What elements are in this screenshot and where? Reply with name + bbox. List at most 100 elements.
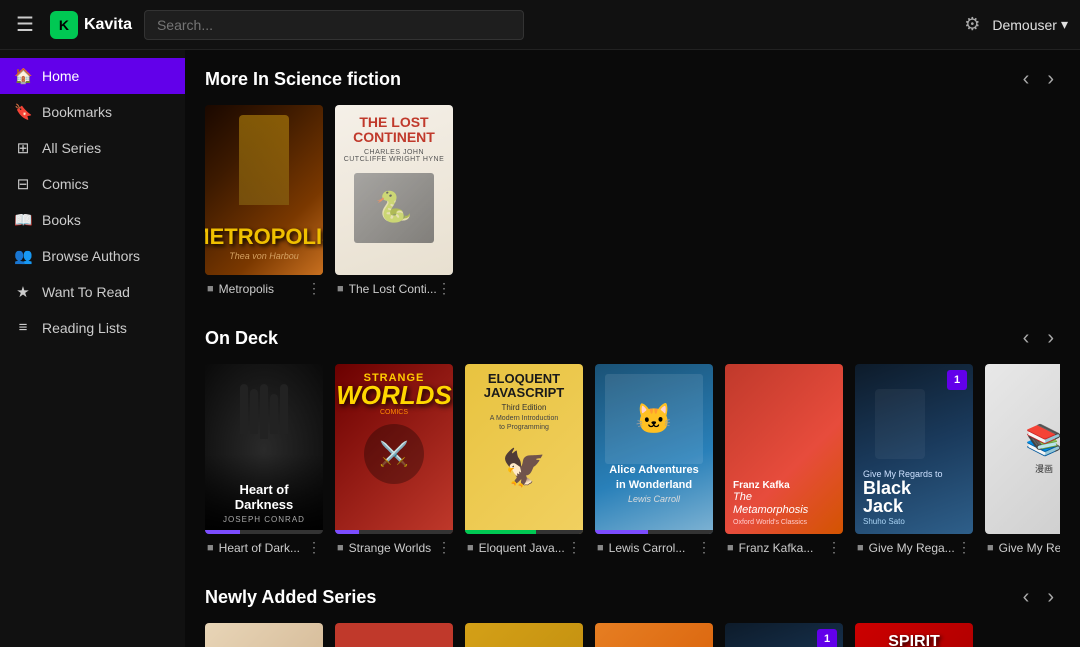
progress-fill [205, 530, 240, 534]
nav-right: ⚙ Demouser ▾ [960, 10, 1068, 39]
book-cover-eloquent-js[interactable]: ELOQUENTJAVASCRIPT Third Edition A Moder… [465, 364, 583, 534]
book-menu-sw[interactable]: ⋮ [437, 539, 451, 556]
progress-fill-ejs [465, 530, 536, 534]
book-name-sw: Strange Worlds [349, 541, 431, 555]
on-deck-nav-arrows: ‹ › [1017, 325, 1060, 352]
book-card-orange [595, 623, 713, 647]
book-menu-hod[interactable]: ⋮ [307, 539, 321, 556]
scroll-right-button[interactable]: › [1041, 66, 1060, 93]
app-title: Kavita [84, 16, 132, 34]
main-layout: 🏠 Home 🔖 Bookmarks ⊞ All Series ⊟ Comics… [0, 50, 1080, 647]
book-name-alice: Lewis Carrol... [609, 541, 686, 555]
progress-fill-alice [595, 530, 648, 534]
book-menu-metropolis[interactable]: ⋮ [307, 280, 321, 297]
book-cover-alice[interactable]: 🐱 Alice Adventuresin Wonderland Lewis Ca… [595, 364, 713, 534]
book-card-eloquent-js: ELOQUENTJAVASCRIPT Third Edition A Moder… [465, 364, 583, 556]
book-title-row-sw: ■ Strange Worlds [337, 541, 437, 555]
progress-bar-alice [595, 530, 713, 534]
section-more-in-science-fiction: More In Science fiction ‹ › METROPOLIS T… [205, 66, 1060, 297]
book-cover-lost-continent[interactable]: THE LOSTCONTINENT Charles John Cutcliffe… [335, 105, 453, 275]
series-icon-kafka: ■ [727, 542, 734, 554]
book-cover-bj-new[interactable]: 1 [725, 623, 843, 647]
book-footer-metropolis: ■ Metropolis ⋮ [205, 280, 323, 297]
section-header-newly-added: Newly Added Series ‹ › [205, 584, 1060, 611]
book-cover-blackjack-2[interactable]: 📚 漫画 [985, 364, 1060, 534]
book-cover-heart-of-darkness[interactable]: Heart ofDarkness Joseph Conrad [205, 364, 323, 534]
book-menu-lost-continent[interactable]: ⋮ [437, 280, 451, 297]
sidebar-label-want-to-read: Want To Read [42, 284, 130, 300]
series-icon-bj2: ■ [987, 542, 994, 554]
book-cover-metropolis[interactable]: METROPOLIS Thea von Harbou [205, 105, 323, 275]
book-card-lost-continent: THE LOSTCONTINENT Charles John Cutcliffe… [335, 105, 453, 297]
newly-added-scroll-right[interactable]: › [1041, 584, 1060, 611]
series-icon-alice: ■ [597, 542, 604, 554]
sidebar-label-home: Home [42, 68, 79, 84]
book-menu-ejs[interactable]: ⋮ [567, 539, 581, 556]
sidebar-label-all-series: All Series [42, 140, 101, 156]
book-menu-bj1[interactable]: ⋮ [957, 539, 971, 556]
on-deck-scroll-right[interactable]: › [1041, 325, 1060, 352]
bookmark-icon: 🔖 [14, 103, 32, 121]
search-input[interactable] [144, 10, 524, 40]
book-menu-kafka[interactable]: ⋮ [827, 539, 841, 556]
main-content: More In Science fiction ‹ › METROPOLIS T… [185, 50, 1080, 647]
book-cover-kafka[interactable]: Franz Kafka TheMetamorphosis Oxford Worl… [725, 364, 843, 534]
newly-added-scroll-left[interactable]: ‹ [1017, 584, 1036, 611]
sidebar-item-all-series[interactable]: ⊞ All Series [0, 130, 185, 166]
book-cover-red[interactable] [335, 623, 453, 647]
section-nav-arrows: ‹ › [1017, 66, 1060, 93]
topnav: ☰ K Kavita ⚙ Demouser ▾ [0, 0, 1080, 50]
logo-icon: K [50, 11, 78, 39]
sidebar-label-browse-authors: Browse Authors [42, 248, 140, 264]
section-title-newly-added: Newly Added Series [205, 587, 376, 608]
section-header-on-deck: On Deck ‹ › [205, 325, 1060, 352]
sidebar-item-reading-lists[interactable]: ≡ Reading Lists [0, 310, 185, 345]
series-icon-sw: ■ [337, 542, 344, 554]
book-cover-alice-new[interactable]: 👧 [205, 623, 323, 647]
book-card-blackjack-1: 1 Give My Regards to BlackJack Shuho Sat… [855, 364, 973, 556]
sidebar-item-comics[interactable]: ⊟ Comics [0, 166, 185, 202]
series-icon-hod: ■ [207, 542, 214, 554]
books-row-science-fiction: METROPOLIS Thea von Harbou ■ Metropolis [205, 105, 1060, 297]
list-icon: ≡ [14, 319, 32, 336]
settings-button[interactable]: ⚙ [960, 10, 984, 39]
section-newly-added: Newly Added Series ‹ › 👧 [205, 584, 1060, 647]
book-footer-hod: ■ Heart of Dark... ⋮ [205, 539, 323, 556]
on-deck-scroll-left[interactable]: ‹ [1017, 325, 1036, 352]
progress-bar [205, 530, 323, 534]
series-type-icon-lc: ■ [337, 283, 344, 295]
book-title-row-lost-continent: ■ The Lost Conti... [337, 282, 437, 296]
book-card-red [335, 623, 453, 647]
logo-area: K Kavita [50, 11, 132, 39]
book-cover-spirit[interactable]: SPIRIT Comics 🦸 [855, 623, 973, 647]
book-card-alice: 🐱 Alice Adventuresin Wonderland Lewis Ca… [595, 364, 713, 556]
sidebar-item-bookmarks[interactable]: 🔖 Bookmarks [0, 94, 185, 130]
book-cover-orange[interactable] [595, 623, 713, 647]
sidebar-item-books[interactable]: 📖 Books [0, 202, 185, 238]
scroll-left-button[interactable]: ‹ [1017, 66, 1036, 93]
sidebar-item-home[interactable]: 🏠 Home [0, 58, 185, 94]
metropolis-cover-text: METROPOLIS Thea von Harbou [205, 105, 323, 275]
progress-bar-ejs [465, 530, 583, 534]
sidebar-label-reading-lists: Reading Lists [42, 320, 127, 336]
authors-icon: 👥 [14, 247, 32, 265]
book-card-alice-new: 👧 [205, 623, 323, 647]
series-type-icon: ■ [207, 283, 214, 295]
hamburger-button[interactable]: ☰ [12, 8, 38, 41]
book-cover-moby-dick[interactable]: MOBY DICK [465, 623, 583, 647]
user-menu-button[interactable]: Demouser ▾ [992, 16, 1068, 33]
book-footer-lost-continent: ■ The Lost Conti... ⋮ [335, 280, 453, 297]
sidebar-label-comics: Comics [42, 176, 89, 192]
book-cover-blackjack-1[interactable]: 1 Give My Regards to BlackJack Shuho Sat… [855, 364, 973, 534]
progress-bar-sw [335, 530, 453, 534]
sidebar-label-books: Books [42, 212, 81, 228]
book-card-metropolis: METROPOLIS Thea von Harbou ■ Metropolis [205, 105, 323, 297]
all-series-icon: ⊞ [14, 139, 32, 157]
sidebar-item-want-to-read[interactable]: ★ Want To Read [0, 274, 185, 310]
sidebar-item-browse-authors[interactable]: 👥 Browse Authors [0, 238, 185, 274]
book-name-kafka: Franz Kafka... [739, 541, 814, 555]
book-menu-alice[interactable]: ⋮ [697, 539, 711, 556]
book-title-row-metropolis: ■ Metropolis [207, 282, 307, 296]
book-cover-strange-worlds[interactable]: Strange WORLDS Comics ⚔️ [335, 364, 453, 534]
book-footer-sw: ■ Strange Worlds ⋮ [335, 539, 453, 556]
